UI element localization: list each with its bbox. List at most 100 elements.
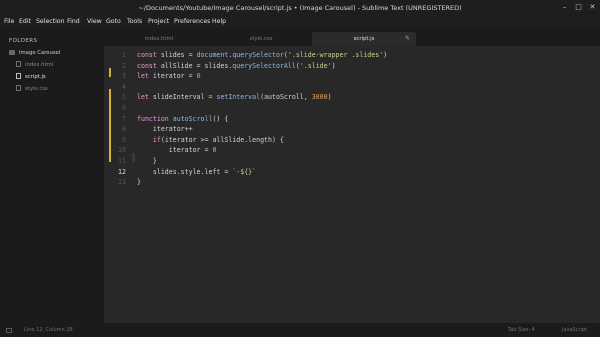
sidebar-file-style-css[interactable]: style.css bbox=[16, 85, 48, 94]
menu-goto[interactable]: Goto bbox=[106, 18, 121, 25]
line-number: 1 bbox=[122, 51, 126, 59]
code-token: allSlide = slides. bbox=[156, 61, 233, 70]
menu-find[interactable]: Find bbox=[67, 18, 80, 25]
line-number: 4 bbox=[122, 82, 126, 91]
menu-tools[interactable]: Tools bbox=[127, 18, 142, 25]
modified-icon[interactable]: ✎ bbox=[405, 32, 410, 46]
menu-view[interactable]: View bbox=[87, 18, 102, 25]
code-token: ) bbox=[327, 93, 332, 102]
code-line[interactable]: if(iterator >= allSlide.length) { bbox=[137, 136, 284, 144]
folders-header: FOLDERS bbox=[9, 38, 38, 44]
code-token: slides = bbox=[156, 51, 197, 59]
line-number: 8 bbox=[122, 125, 126, 134]
line-number: 11 bbox=[118, 157, 126, 165]
code-token: const bbox=[137, 51, 157, 59]
line-number: 3 bbox=[122, 72, 126, 81]
code-line[interactable]: } bbox=[137, 178, 141, 186]
cursor-position: Line 12, Column 28 bbox=[24, 327, 73, 333]
panel-toggle-icon[interactable] bbox=[6, 328, 12, 333]
code-line[interactable]: let iterator = 0 bbox=[137, 72, 201, 80]
tab-bar: index.html style.css script.js ✎ bbox=[104, 28, 600, 46]
menu-bar: File Edit Selection Find View Goto Tools… bbox=[0, 16, 600, 28]
code-token: ) bbox=[331, 61, 336, 70]
code-line[interactable]: iterator++ bbox=[137, 125, 193, 133]
file-icon bbox=[16, 73, 21, 79]
code-token: () { bbox=[212, 114, 229, 123]
sidebar-file-index-html[interactable]: index.html bbox=[16, 61, 53, 70]
code-token: function bbox=[137, 114, 169, 123]
status-bar: Line 12, Column 28 Tab Size: 4 JavaScrip… bbox=[0, 323, 600, 337]
syntax-mode[interactable]: JavaScript bbox=[562, 327, 587, 333]
code-line[interactable]: slides.style.left = `-${}` bbox=[137, 168, 256, 176]
code-line[interactable]: function autoScroll() { bbox=[137, 115, 228, 123]
menu-file[interactable]: File bbox=[4, 18, 14, 25]
folder-label: Image Carousel bbox=[19, 50, 61, 56]
line-number: 7 bbox=[122, 114, 126, 123]
menu-edit[interactable]: Edit bbox=[19, 18, 31, 25]
code-token: querySelectorAll bbox=[232, 61, 296, 70]
tab-label: index.html bbox=[144, 36, 174, 42]
code-token: 0 bbox=[212, 146, 217, 155]
code-token: autoScroll bbox=[172, 114, 213, 123]
tab-label: script.js bbox=[353, 36, 375, 42]
code-token: (autoScroll, bbox=[260, 93, 312, 102]
code-token: ) bbox=[383, 51, 388, 59]
code-token: } bbox=[137, 157, 157, 165]
tab-style-css[interactable]: style.css bbox=[210, 32, 312, 46]
line-number: 10 bbox=[118, 146, 126, 155]
current-line-highlight bbox=[132, 153, 135, 162]
close-icon[interactable]: ✕ bbox=[588, 3, 597, 12]
code-token: slideInterval = bbox=[148, 93, 217, 102]
tab-script-js[interactable]: script.js ✎ bbox=[312, 32, 416, 46]
code-token: 3000 bbox=[311, 93, 328, 102]
code-editor[interactable]: 1 const slides = document.querySelector('… bbox=[104, 46, 600, 323]
file-icon bbox=[16, 61, 21, 67]
code-token: 0 bbox=[196, 72, 201, 81]
code-token: iterator = bbox=[148, 72, 197, 81]
file-label: script.js bbox=[25, 74, 46, 80]
line-number: 2 bbox=[122, 61, 126, 70]
code-line[interactable]: } bbox=[137, 157, 157, 165]
tab-index-html[interactable]: index.html bbox=[108, 32, 210, 46]
code-token: let bbox=[137, 72, 149, 81]
line-number: 6 bbox=[122, 104, 126, 112]
tab-size[interactable]: Tab Size: 4 bbox=[508, 327, 535, 333]
sidebar-file-script-js[interactable]: script.js bbox=[16, 73, 46, 82]
menu-help[interactable]: Help bbox=[212, 18, 226, 25]
maximize-icon[interactable]: □ bbox=[574, 3, 583, 12]
folder-icon bbox=[9, 50, 15, 55]
line-number: 13 bbox=[118, 178, 126, 187]
file-label: style.css bbox=[25, 86, 48, 92]
title-bar: ~/Documents/Youtube/Image Carousel/scrip… bbox=[0, 0, 600, 16]
code-line[interactable]: const slides = document.querySelector('.… bbox=[137, 51, 387, 59]
code-line[interactable]: const allSlide = slides.querySelectorAll… bbox=[137, 62, 336, 70]
code-token: document bbox=[196, 51, 229, 59]
code-line[interactable]: iterator = 0 bbox=[137, 146, 217, 155]
line-number: 12 bbox=[118, 167, 126, 176]
window-title: ~/Documents/Youtube/Image Carousel/scrip… bbox=[138, 4, 462, 12]
menu-project[interactable]: Project bbox=[148, 18, 169, 25]
line-number: 5 bbox=[122, 93, 126, 102]
code-line[interactable]: let slideInterval = setInterval(autoScro… bbox=[137, 93, 332, 101]
code-token: iterator++ bbox=[137, 125, 193, 134]
code-token: '.slide-wrapper .slides' bbox=[287, 51, 384, 59]
code-token: } bbox=[137, 178, 141, 187]
file-icon bbox=[16, 85, 21, 91]
code-token: (iterator >= allSlide.length) { bbox=[160, 135, 284, 144]
sidebar-folder-image-carousel[interactable]: Image Carousel bbox=[9, 49, 60, 58]
minimize-icon[interactable]: – bbox=[560, 3, 569, 12]
tab-label: style.css bbox=[249, 36, 273, 42]
file-label: index.html bbox=[25, 62, 54, 68]
sidebar: FOLDERS Image Carousel index.html script… bbox=[0, 28, 104, 323]
code-token: setInterval bbox=[216, 93, 261, 102]
menu-preferences[interactable]: Preferences bbox=[174, 18, 210, 25]
code-token: '.slide' bbox=[299, 61, 332, 70]
code-token: `-${}` bbox=[232, 167, 257, 176]
code-token: slides.style.left = bbox=[137, 167, 233, 176]
code-token: iterator = bbox=[137, 146, 213, 155]
code-token: if bbox=[152, 135, 161, 144]
line-number: 9 bbox=[122, 135, 126, 144]
code-token: const bbox=[137, 61, 157, 70]
menu-selection[interactable]: Selection bbox=[36, 18, 65, 25]
